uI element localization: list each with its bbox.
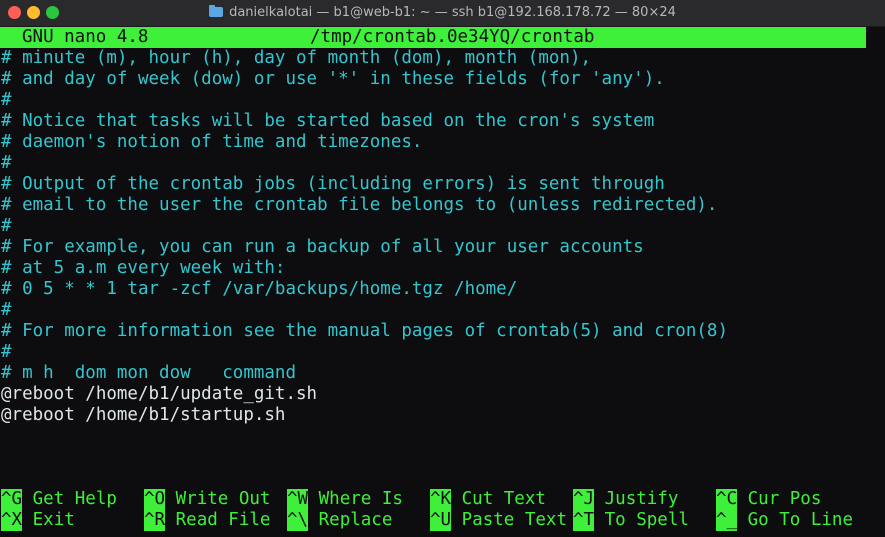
editor-line[interactable]: # m h dom mon dow command — [1, 363, 296, 384]
shortcut-label: Cut Text — [461, 489, 546, 509]
shortcut-get-help[interactable]: ^G Get Help — [1, 489, 117, 510]
shortcut-label: Replace — [318, 510, 393, 530]
editor-line[interactable]: # — [1, 153, 12, 174]
editor-line[interactable]: @reboot /home/b1/startup.sh — [1, 405, 285, 426]
editor-line[interactable]: # email to the user the crontab file bel… — [1, 195, 717, 216]
shortcut-key: ^R — [144, 510, 166, 531]
nano-filename: /tmp/crontab.0e34YQ/crontab — [310, 27, 595, 47]
shortcut-where-is[interactable]: ^W Where Is — [287, 489, 403, 510]
shortcut-key: ^U — [430, 510, 452, 531]
editor-line[interactable]: # daemon's notion of time and timezones. — [1, 132, 422, 153]
shortcut-label: Where Is — [318, 489, 403, 509]
shortcut-label: Justify — [604, 489, 679, 509]
shortcut-key: ^W — [287, 489, 309, 510]
shortcut-label: Get Help — [32, 489, 117, 509]
shortcut-cut-text[interactable]: ^K Cut Text — [430, 489, 546, 510]
title-bar: danielkalotai — b1@web-b1: ~ — ssh b1@19… — [0, 0, 885, 27]
editor-line[interactable]: # and day of week (dow) or use '*' in th… — [1, 69, 665, 90]
editor-line[interactable]: # — [1, 90, 12, 111]
shortcut-write-out[interactable]: ^O Write Out — [144, 489, 270, 510]
editor-line[interactable]: # minute (m), hour (h), day of month (do… — [1, 48, 591, 69]
shortcut-label: Paste Text — [461, 510, 567, 530]
editor-line[interactable]: # Output of the crontab jobs (including … — [1, 174, 665, 195]
window-title: danielkalotai — b1@web-b1: ~ — ssh b1@19… — [229, 5, 676, 20]
editor-line[interactable]: # For example, you can run a backup of a… — [1, 237, 644, 258]
shortcut-key: ^C — [716, 489, 738, 510]
shortcut-read-file[interactable]: ^R Read File — [144, 510, 270, 531]
editor-line[interactable]: # Notice that tasks will be started base… — [1, 111, 654, 132]
folder-icon — [209, 5, 224, 17]
shortcut-to-spell[interactable]: ^T To Spell — [573, 510, 689, 531]
shortcut-label: Write Out — [175, 489, 271, 509]
shortcut-label: Cur Pos — [747, 489, 822, 509]
nano-header-bar: GNU nano 4.8 /tmp/crontab.0e34YQ/crontab — [0, 27, 866, 48]
shortcut-label: To Spell — [604, 510, 689, 530]
nano-version: GNU nano 4.8 — [22, 27, 149, 47]
shortcut-label: Exit — [32, 510, 75, 530]
shortcut-go-to-line[interactable]: ^_ Go To Line — [716, 510, 853, 531]
shortcut-cur-pos[interactable]: ^C Cur Pos — [716, 489, 821, 510]
shortcut-key: ^J — [573, 489, 595, 510]
terminal-window: danielkalotai — b1@web-b1: ~ — ssh b1@19… — [0, 0, 885, 537]
shortcut-replace[interactable]: ^\ Replace — [287, 510, 392, 531]
shortcut-exit[interactable]: ^X Exit — [1, 510, 75, 531]
editor-line[interactable]: # at 5 a.m every week with: — [1, 258, 285, 279]
shortcut-key: ^O — [144, 489, 166, 510]
editor-line[interactable]: @reboot /home/b1/update_git.sh — [1, 384, 317, 405]
terminal-content[interactable]: GNU nano 4.8 /tmp/crontab.0e34YQ/crontab… — [0, 27, 885, 537]
shortcut-key: ^X — [1, 510, 23, 531]
editor-line[interactable]: # 0 5 * * 1 tar -zcf /var/backups/home.t… — [1, 279, 517, 300]
shortcut-key: ^_ — [716, 510, 738, 531]
shortcut-key: ^\ — [287, 510, 309, 531]
shortcut-key: ^G — [1, 489, 23, 510]
editor-line[interactable]: # — [1, 300, 12, 321]
shortcut-justify[interactable]: ^J Justify — [573, 489, 678, 510]
shortcut-key: ^K — [430, 489, 452, 510]
window-title-wrap: danielkalotai — b1@web-b1: ~ — ssh b1@19… — [0, 0, 885, 26]
shortcut-label: Read File — [175, 510, 271, 530]
editor-line[interactable]: # For more information see the manual pa… — [1, 321, 728, 342]
shortcut-label: Go To Line — [747, 510, 853, 530]
shortcut-paste-text[interactable]: ^U Paste Text — [430, 510, 567, 531]
editor-line[interactable]: # — [1, 342, 12, 363]
editor-line[interactable]: # — [1, 216, 12, 237]
shortcut-key: ^T — [573, 510, 595, 531]
